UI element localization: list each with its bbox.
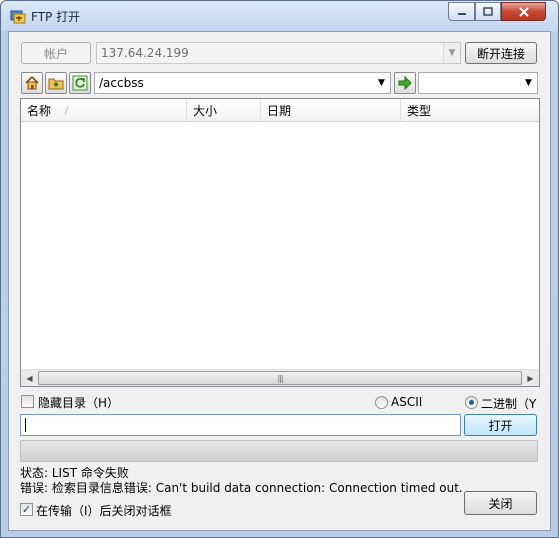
horizontal-scrollbar[interactable]: ◀ ||| ▶	[21, 369, 539, 386]
dialog-body: 帐户 137.64.24.199 ▼ 断开连接 /accbss ▼ ▼ 名称 /…	[8, 31, 551, 531]
go-arrow-icon	[398, 75, 412, 91]
chevron-down-icon: ▼	[525, 78, 532, 88]
ascii-radio[interactable]	[375, 396, 388, 409]
column-date[interactable]: 日期	[261, 99, 401, 122]
host-combobox[interactable]: 137.64.24.199 ▼	[96, 42, 461, 64]
parent-folder-button[interactable]	[45, 72, 67, 94]
host-value: 137.64.24.199	[101, 46, 189, 60]
close-after-transfer-label: 在传输（I）后关闭对话框	[36, 504, 172, 518]
file-list[interactable]: 名称 / 大小 日期 类型 ◀ ||| ▶	[20, 98, 540, 387]
file-list-header: 名称 / 大小 日期 类型	[21, 99, 539, 122]
scroll-left-icon[interactable]: ◀	[21, 370, 38, 386]
text-caret	[25, 418, 26, 432]
go-button[interactable]	[394, 72, 416, 94]
disconnect-button[interactable]: 断开连接	[465, 42, 537, 64]
close-after-transfer-checkbox[interactable]: ✓	[20, 503, 33, 516]
column-name[interactable]: 名称 /	[21, 99, 187, 122]
home-icon	[25, 75, 39, 90]
column-size[interactable]: 大小	[187, 99, 261, 122]
ascii-label: ASCII	[391, 395, 423, 409]
scroll-right-icon[interactable]: ▶	[522, 370, 539, 386]
parent-folder-icon	[48, 78, 64, 90]
open-button[interactable]: 打开	[464, 414, 537, 436]
hide-dirs-label: 隐藏目录（H）	[38, 396, 120, 410]
path-value: /accbss	[99, 76, 144, 90]
minimize-icon	[457, 12, 466, 15]
binary-label: 二进制（Y	[481, 397, 537, 411]
maximize-button[interactable]	[475, 2, 501, 21]
checkmark-icon: ✓	[21, 503, 32, 516]
close-window-button[interactable]	[501, 2, 546, 21]
filename-input[interactable]	[20, 414, 461, 436]
ftp-app-icon	[10, 10, 26, 24]
chevron-down-icon: ▼	[378, 78, 385, 88]
transfer-progress-bar	[20, 440, 538, 462]
account-button[interactable]: 帐户	[21, 42, 91, 64]
close-button[interactable]: 关闭	[464, 491, 537, 515]
minimize-button[interactable]	[448, 2, 475, 21]
chevron-down-icon: ▼	[443, 43, 460, 63]
scroll-thumb[interactable]: |||	[38, 371, 522, 385]
ftp-open-window: FTP 打开 帐户 137.64.24.199 ▼ 断开连接 /accbss ▼…	[0, 0, 559, 538]
maximize-icon	[483, 6, 493, 16]
sort-ascending-icon: /	[65, 105, 69, 116]
hide-dirs-checkbox[interactable]	[21, 395, 34, 408]
close-icon	[518, 6, 529, 17]
window-title: FTP 打开	[31, 10, 81, 24]
title-bar[interactable]: FTP 打开	[1, 1, 558, 31]
refresh-button[interactable]	[69, 72, 91, 94]
binary-radio[interactable]	[465, 396, 478, 409]
column-type[interactable]: 类型	[401, 99, 539, 122]
error-text: 错误: 检索目录信息错误: Can't build data connectio…	[20, 481, 463, 495]
path-combobox[interactable]: /accbss ▼	[94, 72, 391, 94]
home-button[interactable]	[21, 72, 43, 94]
filter-combobox[interactable]: ▼	[418, 72, 538, 94]
refresh-icon	[72, 75, 88, 91]
